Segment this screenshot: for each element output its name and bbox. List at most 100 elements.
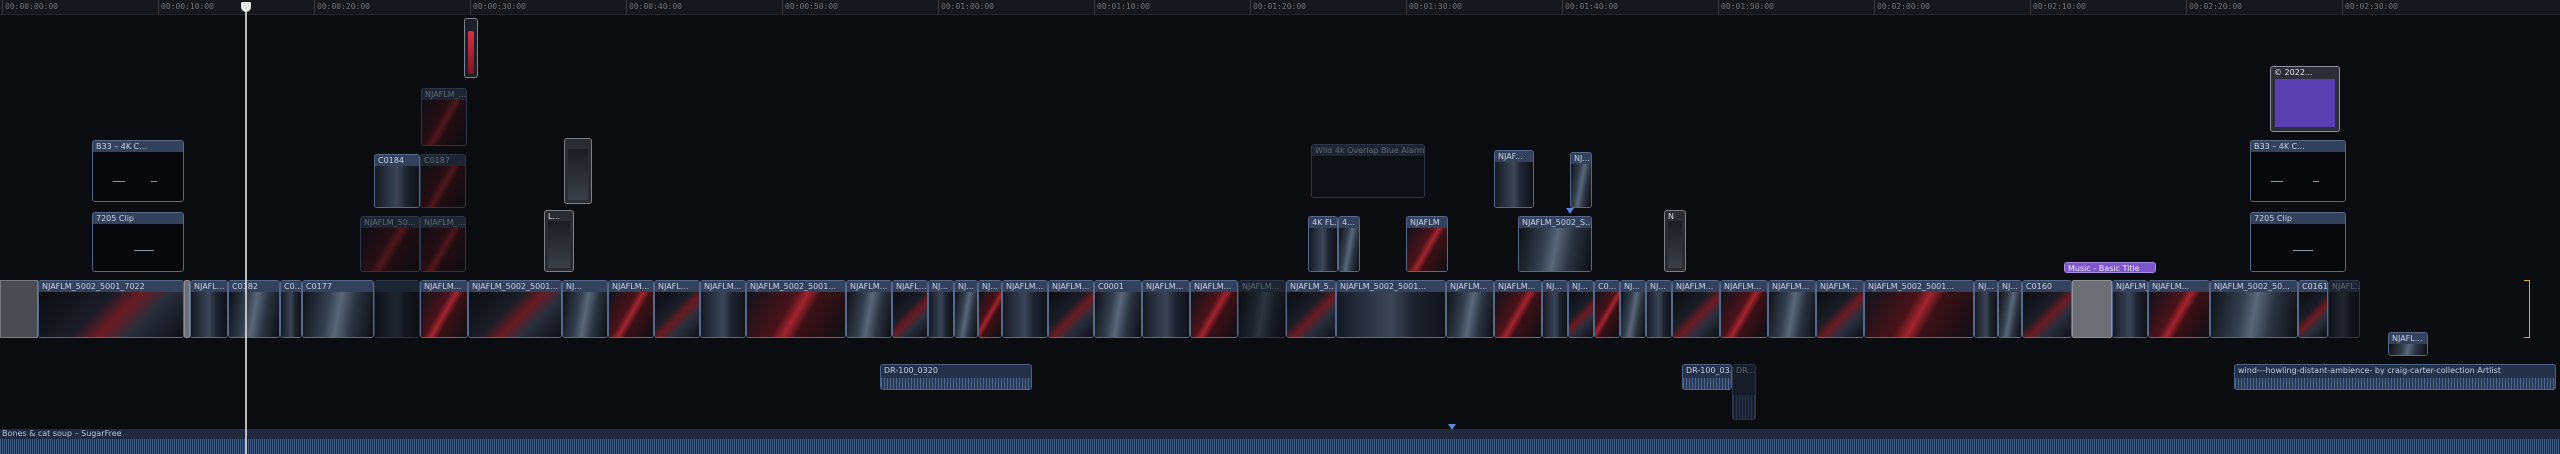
connected-clip-c0187[interactable]: C0187 [420, 154, 466, 208]
primary-clip[interactable]: C0001 [1094, 280, 1142, 338]
storyline-start-gap[interactable] [0, 280, 38, 338]
primary-clip[interactable]: NJAFL... [654, 280, 700, 338]
primary-clip[interactable]: NJAFLM_5002_5001... [468, 280, 562, 338]
title-clip-2022[interactable]: © 2022... [2270, 66, 2340, 132]
primary-clip[interactable]: C0182 [228, 280, 280, 338]
connected-clip-gray-n[interactable]: N [1664, 210, 1686, 272]
primary-clip[interactable]: NJAFLM... [2148, 280, 2210, 338]
connected-clip-b33-left[interactable]: B33 – 4K C... [92, 140, 184, 202]
clip-title: C0160 [2023, 281, 2071, 292]
primary-clip[interactable]: NJAFLM_5... [1286, 280, 1336, 338]
connected-clip-4[interactable]: 4... [1338, 216, 1360, 272]
primary-clip[interactable]: NJAFL... [190, 280, 228, 338]
connected-clip-nj-j[interactable]: NJ... [1570, 152, 1592, 208]
clip-title: NJAFLM... [1817, 281, 1863, 292]
primary-clip[interactable] [374, 280, 420, 338]
primary-clip[interactable]: NJAFLM... [700, 280, 746, 338]
clip-title: NJ... [1569, 281, 1593, 292]
connected-clip-gray[interactable] [564, 138, 592, 204]
audio-clip-dr[interactable]: DR... [1732, 364, 1756, 420]
music-track[interactable]: Bones & cat soup – SugarFree [0, 429, 2560, 454]
primary-clip[interactable]: NJAFLM_5002_5001... [746, 280, 846, 338]
connected-clip-nj-mid-2[interactable]: NJAFLM_... [420, 216, 466, 272]
connected-clip-njaflm-mid-3[interactable]: NJAFLM [1406, 216, 1448, 272]
connected-clip-gray-l[interactable]: L... [544, 210, 574, 272]
connected-clip-red[interactable] [464, 18, 478, 78]
primary-clip[interactable]: NJAFLM... [608, 280, 654, 338]
primary-clip[interactable]: NJ... [1974, 280, 1998, 338]
primary-clip[interactable]: NJ... [1998, 280, 2022, 338]
ruler-label: 00:01:40:00 [1565, 2, 1618, 11]
audio-clip-wind[interactable]: wind---howling-distant-ambience- by crai… [2234, 364, 2556, 390]
primary-clip[interactable]: NJ... [1620, 280, 1646, 338]
selection-bracket[interactable] [2524, 280, 2530, 338]
connected-clip-7205-left[interactable]: 7205 Clip [92, 212, 184, 272]
primary-clip[interactable]: NJAFLM... [1002, 280, 1048, 338]
connected-clip-nj-mid-1[interactable]: NJAFLM_50... [360, 216, 420, 272]
primary-clip[interactable]: C0161 [2298, 280, 2328, 338]
connected-clip-nj-below[interactable]: NJAFL... [2388, 332, 2428, 356]
primary-clip[interactable]: NJAFL... [2328, 280, 2360, 338]
primary-clip[interactable]: NJ... [562, 280, 608, 338]
primary-clip[interactable]: NJAFLM... [1768, 280, 1816, 338]
connected-clip-text-label[interactable]: Wild 4k Overlap Blue Alarm (2) [1311, 144, 1425, 198]
connected-clip-c0184[interactable]: C0184 [374, 154, 420, 208]
primary-clip[interactable]: NJ... [1542, 280, 1568, 338]
primary-clip[interactable]: NJAFLM_5002_5001... [1864, 280, 1974, 338]
ruler-label: 00:00:20:00 [317, 2, 370, 11]
primary-clip[interactable]: C0177 [302, 280, 374, 338]
primary-clip[interactable]: NJAFLM... [1142, 280, 1190, 338]
primary-clip[interactable]: NJAFLM... [1048, 280, 1094, 338]
primary-clip[interactable]: NJAFLM... [1816, 280, 1864, 338]
clip-title: wind---howling-distant-ambience- by crai… [2238, 366, 2501, 375]
connected-clip-7205-right[interactable]: 7205 Clip [2250, 212, 2346, 272]
timecode-ruler[interactable]: 00:00:00:00 00:00:10:00 00:00:20:00 00:0… [0, 0, 2560, 15]
primary-clip[interactable]: NJAFLM... [1238, 280, 1286, 338]
playhead[interactable] [245, 4, 247, 454]
timeline-panel[interactable]: 00:00:00:00 00:00:10:00 00:00:20:00 00:0… [0, 0, 2560, 454]
clip-title: NJAFLM [1407, 217, 1447, 228]
clip-title: NJAFLM_5... [1287, 281, 1335, 292]
primary-clip[interactable]: NJAFLM... [1720, 280, 1768, 338]
primary-clip[interactable]: NJAFLM... [1672, 280, 1720, 338]
primary-clip[interactable]: NJ... [928, 280, 954, 338]
ruler-label: 00:02:30:00 [2345, 2, 2398, 11]
primary-clip[interactable]: NJAFLM_5002_50... [2210, 280, 2298, 338]
connected-clip-nj-top[interactable]: NJAFLM_... [421, 88, 467, 146]
clip-title [375, 281, 419, 292]
clip-title: NJAFLM... [1003, 281, 1047, 292]
marker[interactable] [1566, 208, 1574, 214]
clip-title: NJ... [955, 281, 977, 292]
clip-title: NJAFLM_5002_5001... [469, 281, 561, 292]
primary-clip[interactable]: NJAFLM... [1494, 280, 1542, 338]
audio-clip-dr100-03[interactable]: DR-100_03... [1682, 364, 1732, 390]
primary-clip[interactable]: NJAFLM... [846, 280, 892, 338]
primary-clip[interactable]: NJAFLM_5002_5001... [1336, 280, 1446, 338]
primary-clip[interactable]: NJAFLM... [1446, 280, 1494, 338]
primary-clip[interactable]: C0... [1594, 280, 1620, 338]
connected-clip-njaflm-mid-4[interactable]: NJAFLM_5002_S... [1518, 216, 1592, 272]
primary-clip[interactable]: C0... [280, 280, 302, 338]
marker[interactable] [1448, 424, 1456, 430]
title-clip-music[interactable]: Music - Basic Title [2064, 262, 2156, 273]
connected-clip-njaf[interactable]: NJAF... [1494, 150, 1534, 208]
primary-clip[interactable]: C0160 [2022, 280, 2072, 338]
primary-clip[interactable]: NJAFLM_5002_5001_7022 [38, 280, 184, 338]
primary-clip[interactable]: NJ... [1568, 280, 1594, 338]
gap-clip[interactable] [2072, 280, 2112, 338]
connected-clip-b33-right[interactable]: B33 – 4K C... [2250, 140, 2346, 202]
primary-clip[interactable]: NJ... [954, 280, 978, 338]
primary-clip[interactable]: NJAFL... [892, 280, 928, 338]
ruler-label: 00:00:00:00 [5, 2, 58, 11]
primary-clip[interactable]: NJAFLM... [1190, 280, 1238, 338]
connected-clip-4k-fl[interactable]: 4K FL... [1308, 216, 1338, 272]
clip-title: L... [548, 212, 561, 221]
primary-clip[interactable]: NJAFLM... [420, 280, 468, 338]
clip-title: NJAFLM_5002_50... [2211, 281, 2297, 292]
primary-clip[interactable]: NJ... [1646, 280, 1672, 338]
clip-title: 7205 Clip [93, 213, 183, 224]
primary-clip[interactable]: NJ... [978, 280, 1002, 338]
primary-clip[interactable]: NJAFLM_5... [2112, 280, 2148, 338]
playhead-handle[interactable] [241, 2, 251, 12]
audio-clip-dr100-0320[interactable]: DR-100_0320 [880, 364, 1032, 390]
